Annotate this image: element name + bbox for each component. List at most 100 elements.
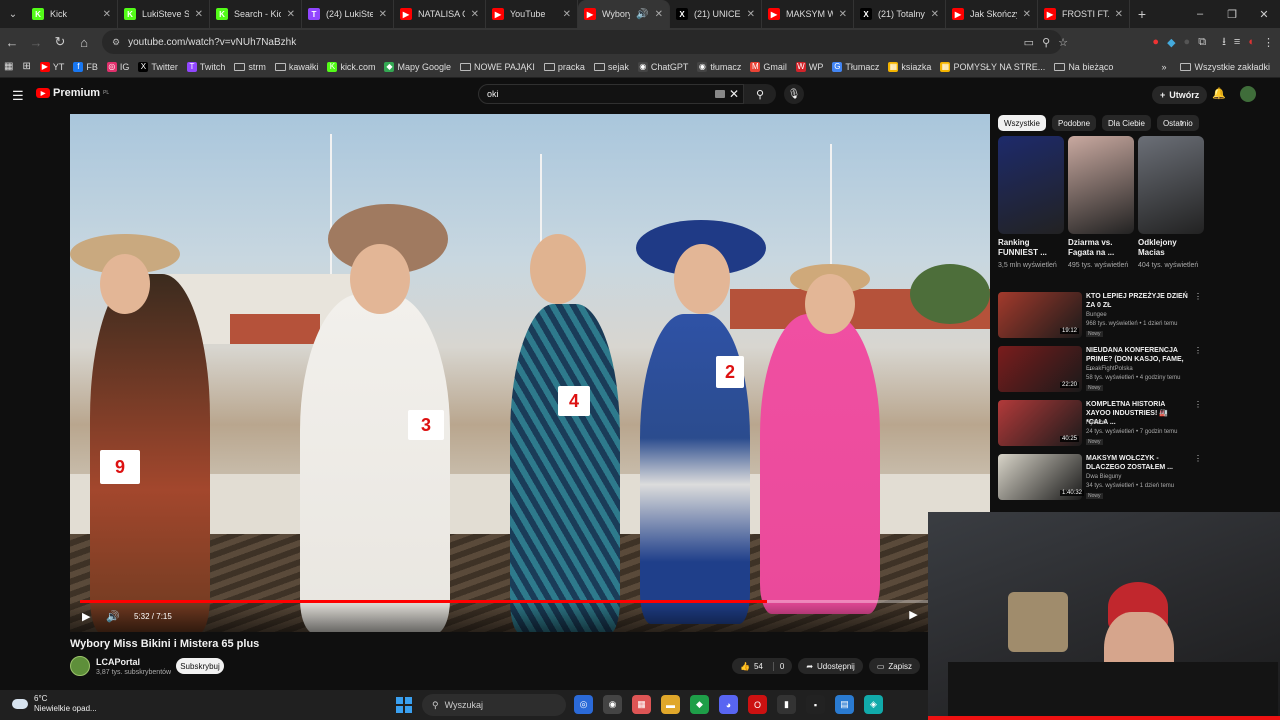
maximize-button[interactable]: ❐ bbox=[1216, 0, 1248, 28]
filter-chip[interactable]: Dla Ciebie bbox=[1102, 115, 1151, 131]
opera-icon[interactable]: O bbox=[748, 695, 767, 714]
channel-name[interactable]: LCAPortal bbox=[96, 657, 140, 667]
close-tab-icon[interactable]: ✕ bbox=[1023, 9, 1031, 20]
site-info-icon[interactable]: ⚙ bbox=[112, 37, 120, 48]
short-card[interactable]: Dziarma vs. Fagata na ... 495 tys. wyświe… bbox=[1068, 136, 1134, 269]
bookmark-item[interactable]: ▦ ksiazka bbox=[888, 61, 931, 72]
record-extension-icon[interactable]: ● bbox=[1152, 36, 1159, 48]
voice-search-button[interactable]: 🎙 bbox=[784, 84, 804, 104]
progress-bar[interactable] bbox=[80, 600, 980, 603]
bookmark-item[interactable]: T Twitch bbox=[186, 61, 225, 72]
bookmark-item[interactable]: M Gmail bbox=[750, 61, 787, 72]
bookmark-item[interactable]: kawałki bbox=[274, 62, 318, 72]
close-tab-icon[interactable]: ✕ bbox=[1115, 9, 1123, 20]
browser-tab[interactable]: ▶ FROSTI FT. F ✕ bbox=[1038, 0, 1130, 28]
menu-hamburger-icon[interactable]: ☰ bbox=[12, 88, 24, 104]
bookmark-item[interactable]: W WP bbox=[795, 61, 823, 72]
channel-name[interactable]: Rybson bbox=[1086, 420, 1106, 426]
close-tab-icon[interactable]: ✕ bbox=[839, 9, 847, 20]
start-windows-icon[interactable] bbox=[396, 697, 412, 713]
short-title[interactable]: Dziarma vs. Fagata na ... bbox=[1068, 238, 1134, 260]
bookmark-item[interactable]: ▶ YT bbox=[39, 61, 64, 72]
browser-menu-icon[interactable]: ⋮ bbox=[1263, 36, 1274, 49]
app-icon[interactable]: ▮ bbox=[777, 695, 796, 714]
short-thumbnail[interactable] bbox=[998, 136, 1064, 234]
back-button[interactable]: ← bbox=[0, 30, 24, 54]
weather-widget[interactable]: 6°C Niewielkie opad... bbox=[12, 694, 97, 714]
volume-icon[interactable]: 🔊 bbox=[106, 610, 120, 623]
account-avatar[interactable] bbox=[1240, 86, 1256, 102]
reading-list-icon[interactable]: ≡ bbox=[1234, 36, 1240, 48]
bookmark-item[interactable]: ◉ tłumacz bbox=[697, 61, 741, 72]
video-player[interactable]: 9 3 4 2 ▶ 🔊 5:32 / 7:15 ▶ ▭ ⚙ bbox=[70, 114, 990, 632]
short-title[interactable]: Ranking FUNNIEST ... bbox=[998, 238, 1064, 260]
bookmark-star-icon[interactable]: ☆ bbox=[1058, 36, 1068, 49]
apps-icon[interactable]: ⊞ bbox=[22, 61, 30, 72]
browser-tab[interactable]: ▶ Wybory 🔊 ✕ bbox=[578, 0, 670, 28]
search-button[interactable]: ⚲ bbox=[744, 84, 776, 104]
close-tab-icon[interactable]: ✕ bbox=[471, 9, 479, 20]
download-icon[interactable]: ⭳ bbox=[1222, 33, 1226, 52]
bookmark-item[interactable]: Na bieżąco bbox=[1054, 62, 1113, 72]
tab-search-icon[interactable]: ⌄ bbox=[0, 0, 26, 28]
zoom-icon[interactable]: ⚲ bbox=[1042, 36, 1050, 49]
bookmark-item[interactable]: X Twitter bbox=[138, 61, 178, 72]
extension-icon[interactable]: ◆ bbox=[1167, 36, 1175, 49]
app-icon[interactable]: ▦ bbox=[632, 695, 651, 714]
subscribe-button[interactable]: Subskrybuj bbox=[176, 658, 224, 674]
more-options-icon[interactable]: ⋮ bbox=[1194, 292, 1202, 301]
close-tab-icon[interactable]: ✕ bbox=[563, 9, 571, 20]
channel-name[interactable]: Bungee bbox=[1086, 312, 1107, 318]
browser-tab[interactable]: X (21) UNICEF ✕ bbox=[670, 0, 762, 28]
browser-tab[interactable]: ▶ NATALISA O ✕ bbox=[394, 0, 486, 28]
autoplay-icon[interactable]: ▶ bbox=[909, 608, 917, 621]
close-tab-icon[interactable]: ✕ bbox=[747, 9, 755, 20]
reload-button[interactable]: ↻ bbox=[48, 30, 72, 54]
recommended-video[interactable]: 19:12 KTO LEPIEJ PRZEŻYJE DZIEŃ ZA 0 ZŁ Bu… bbox=[998, 290, 1202, 344]
app-icon[interactable]: ◈ bbox=[864, 695, 883, 714]
save-button[interactable]: ▭ Zapisz bbox=[868, 658, 920, 674]
bookmark-item[interactable]: G Tłumacz bbox=[832, 61, 879, 72]
browser-tab[interactable]: K Kick ✕ bbox=[26, 0, 118, 28]
youtube-logo[interactable]: ▶ Premium PL bbox=[36, 87, 109, 99]
all-bookmarks-folder[interactable]: Wszystkie zakładki bbox=[1180, 62, 1270, 72]
bookmark-item[interactable]: ▦ POMYSŁY NA STRE... bbox=[940, 61, 1045, 72]
address-bar[interactable]: ⚙ youtube.com/watch?v=vNUh7NaBzhk bbox=[102, 30, 1062, 54]
channel-name[interactable]: Dwa Bieguny bbox=[1086, 474, 1121, 480]
keyboard-icon[interactable] bbox=[715, 90, 725, 98]
browser-tab[interactable]: ▶ Jak Skończył ✕ bbox=[946, 0, 1038, 28]
video-title[interactable]: MAKSYM WOŁCZYK - DLACZEGO ZOSTAŁEM ... bbox=[1086, 454, 1190, 472]
file-explorer-icon[interactable]: ▬ bbox=[661, 695, 680, 714]
close-tab-icon[interactable]: ✕ bbox=[103, 9, 111, 20]
dislike-button[interactable]: 0 bbox=[772, 661, 784, 671]
filter-chip[interactable]: Ostatnio bbox=[1156, 115, 1199, 131]
more-options-icon[interactable]: ⋮ bbox=[1194, 346, 1202, 355]
chips-next-chevron-icon[interactable]: › bbox=[1180, 117, 1184, 129]
bookmark-item[interactable]: f FB bbox=[73, 61, 98, 72]
filter-chip[interactable]: Podobne bbox=[1052, 115, 1097, 131]
bookmark-item[interactable]: ◉ ChatGPT bbox=[637, 61, 688, 72]
short-thumbnail[interactable] bbox=[1138, 136, 1204, 234]
browser-tab[interactable]: X (21) Totalny ✕ bbox=[854, 0, 946, 28]
short-card[interactable]: Ranking FUNNIEST ... 3,5 mln wyświetleń bbox=[998, 136, 1064, 269]
close-tab-icon[interactable]: ✕ bbox=[195, 9, 203, 20]
browser-tab[interactable]: K Search - Kick ✕ bbox=[210, 0, 302, 28]
browser-tab[interactable]: K LukiSteve St ✕ bbox=[118, 0, 210, 28]
notepad-icon[interactable]: ▤ bbox=[835, 695, 854, 714]
app-icon[interactable]: ▪ bbox=[806, 695, 825, 714]
recommended-video[interactable]: 22:20 NIEUDANA KONFERENCJA PRIME? (DON KA… bbox=[998, 344, 1202, 398]
browser-tab[interactable]: ▶ YouTube ✕ bbox=[486, 0, 578, 28]
channel-avatar[interactable] bbox=[70, 656, 90, 676]
home-button[interactable]: ⌂ bbox=[72, 30, 96, 54]
clear-search-icon[interactable]: ✕ bbox=[729, 87, 739, 101]
close-tab-icon[interactable]: ✕ bbox=[379, 9, 387, 20]
browser-tab[interactable]: T (24) LukiStev ✕ bbox=[302, 0, 394, 28]
notifications-bell-icon[interactable]: 🔔 bbox=[1212, 87, 1226, 100]
close-tab-icon[interactable]: ✕ bbox=[287, 9, 295, 20]
profile-icon[interactable]: ◐ bbox=[1248, 36, 1255, 48]
create-button[interactable]: + Utwórz bbox=[1152, 86, 1208, 104]
bookmark-item[interactable]: strm bbox=[234, 62, 266, 72]
chrome-icon[interactable]: ◎ bbox=[574, 695, 593, 714]
short-title[interactable]: Odklejony Macias bbox=[1138, 238, 1204, 260]
browser-tab[interactable]: ▶ MAKSYM W ✕ bbox=[762, 0, 854, 28]
